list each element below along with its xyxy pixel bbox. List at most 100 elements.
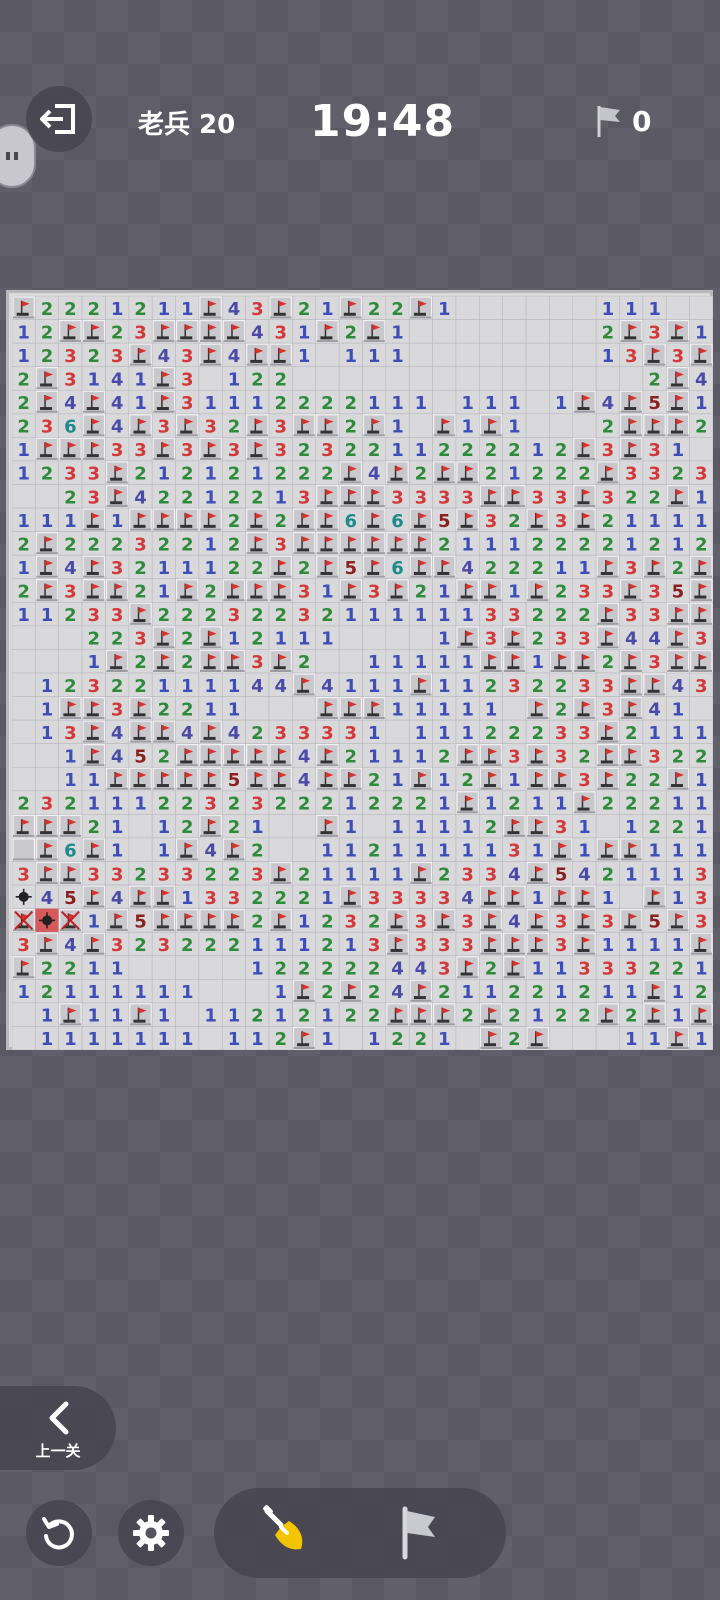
cell[interactable]: 2	[595, 531, 620, 556]
cell[interactable]: 2	[81, 531, 106, 556]
cell[interactable]: 2	[362, 908, 387, 933]
cell[interactable]: 1	[362, 672, 387, 697]
cell[interactable]: 1	[665, 1002, 690, 1027]
cell[interactable]: 1	[268, 931, 293, 957]
cell[interactable]	[362, 413, 387, 438]
cell[interactable]: 1	[222, 696, 246, 721]
cell[interactable]: 2	[362, 296, 387, 320]
cell[interactable]	[595, 366, 620, 391]
cell[interactable]: 1	[455, 696, 480, 721]
cell[interactable]	[595, 602, 620, 627]
cell[interactable]	[572, 649, 597, 674]
cell[interactable]: 1	[689, 389, 713, 415]
cell[interactable]: 2	[268, 790, 293, 815]
cell[interactable]: 3	[642, 460, 667, 485]
cell[interactable]: 3	[151, 861, 176, 886]
cell[interactable]: 1	[58, 743, 83, 768]
cell[interactable]	[595, 766, 620, 792]
cell[interactable]	[58, 649, 83, 674]
cell[interactable]: 3	[572, 578, 597, 603]
cell[interactable]: 5	[128, 743, 153, 768]
cell[interactable]: 1	[385, 413, 410, 438]
cell[interactable]: 4	[408, 955, 433, 980]
cell[interactable]	[151, 319, 176, 344]
cell[interactable]	[502, 931, 527, 957]
cell[interactable]: 5	[432, 507, 457, 532]
cell[interactable]: 2	[245, 908, 270, 933]
cell[interactable]: 3	[455, 931, 480, 957]
cell[interactable]: 2	[619, 484, 644, 509]
cell[interactable]	[338, 366, 363, 391]
cell[interactable]	[245, 743, 270, 768]
cell[interactable]: 2	[572, 531, 597, 556]
cell[interactable]	[525, 578, 550, 603]
cell[interactable]	[198, 743, 223, 768]
cell[interactable]	[81, 437, 106, 462]
cell[interactable]: 1	[12, 437, 36, 462]
cell[interactable]: 2	[689, 413, 713, 438]
cell[interactable]	[432, 908, 457, 933]
cell[interactable]: 2	[479, 719, 504, 744]
cell[interactable]: 2	[385, 296, 410, 320]
cell[interactable]	[12, 837, 36, 862]
cell[interactable]: 2	[595, 649, 620, 674]
cell[interactable]: 3	[105, 931, 130, 957]
previous-level-button[interactable]: 上一关	[0, 1386, 116, 1470]
cell[interactable]: 1	[35, 507, 60, 532]
cell[interactable]	[128, 719, 153, 744]
cell[interactable]: 3	[642, 578, 667, 603]
cell[interactable]: 3	[549, 507, 574, 532]
cell[interactable]: 1	[198, 1002, 223, 1027]
cell[interactable]: 3	[58, 460, 83, 485]
cell[interactable]	[665, 296, 690, 320]
cell[interactable]: 3	[549, 719, 574, 744]
cell[interactable]: 2	[455, 766, 480, 792]
cell[interactable]	[198, 1026, 223, 1050]
cell[interactable]: 4	[35, 884, 60, 909]
cell[interactable]: 1	[198, 460, 223, 485]
cell[interactable]	[12, 814, 36, 839]
cell[interactable]: 1	[198, 696, 223, 721]
cell[interactable]: 2	[151, 484, 176, 509]
cell[interactable]	[35, 649, 60, 674]
cell[interactable]	[665, 413, 690, 438]
cell[interactable]: 1	[525, 955, 550, 980]
cell[interactable]	[292, 413, 317, 438]
cell[interactable]	[268, 814, 293, 839]
cell[interactable]: 1	[455, 531, 480, 556]
cell[interactable]	[198, 319, 223, 344]
cell[interactable]: 2	[292, 1002, 317, 1027]
cell[interactable]: 3	[432, 955, 457, 980]
cell[interactable]: 2	[222, 790, 246, 815]
cell[interactable]	[128, 413, 153, 438]
cell[interactable]	[198, 507, 223, 532]
cell[interactable]: 2	[222, 931, 246, 957]
cell[interactable]	[12, 1002, 36, 1027]
cell[interactable]: 4	[128, 484, 153, 509]
cell[interactable]: 1	[572, 554, 597, 580]
cell[interactable]: 1	[362, 743, 387, 768]
cell[interactable]: 3	[479, 625, 504, 650]
cell[interactable]: 2	[81, 296, 106, 320]
cell[interactable]	[338, 484, 363, 509]
cell[interactable]	[595, 743, 620, 768]
cell[interactable]	[385, 719, 410, 744]
cell[interactable]: 2	[642, 790, 667, 815]
cell[interactable]	[35, 766, 60, 792]
cell[interactable]: 4	[292, 766, 317, 792]
cell[interactable]: 3	[81, 484, 106, 509]
cell[interactable]	[58, 908, 83, 933]
cell[interactable]	[198, 625, 223, 650]
cell[interactable]: 1	[408, 837, 433, 862]
cell[interactable]: 2	[175, 696, 200, 721]
cell[interactable]: 1	[245, 955, 270, 980]
cell[interactable]	[362, 319, 387, 344]
cell[interactable]: 2	[198, 578, 223, 603]
cell[interactable]: 4	[502, 908, 527, 933]
cell[interactable]: 2	[151, 531, 176, 556]
cell[interactable]	[315, 814, 340, 839]
cell[interactable]	[35, 531, 60, 556]
cell[interactable]: 2	[12, 366, 36, 391]
cell[interactable]: 3	[525, 484, 550, 509]
cell[interactable]: 1	[642, 861, 667, 886]
